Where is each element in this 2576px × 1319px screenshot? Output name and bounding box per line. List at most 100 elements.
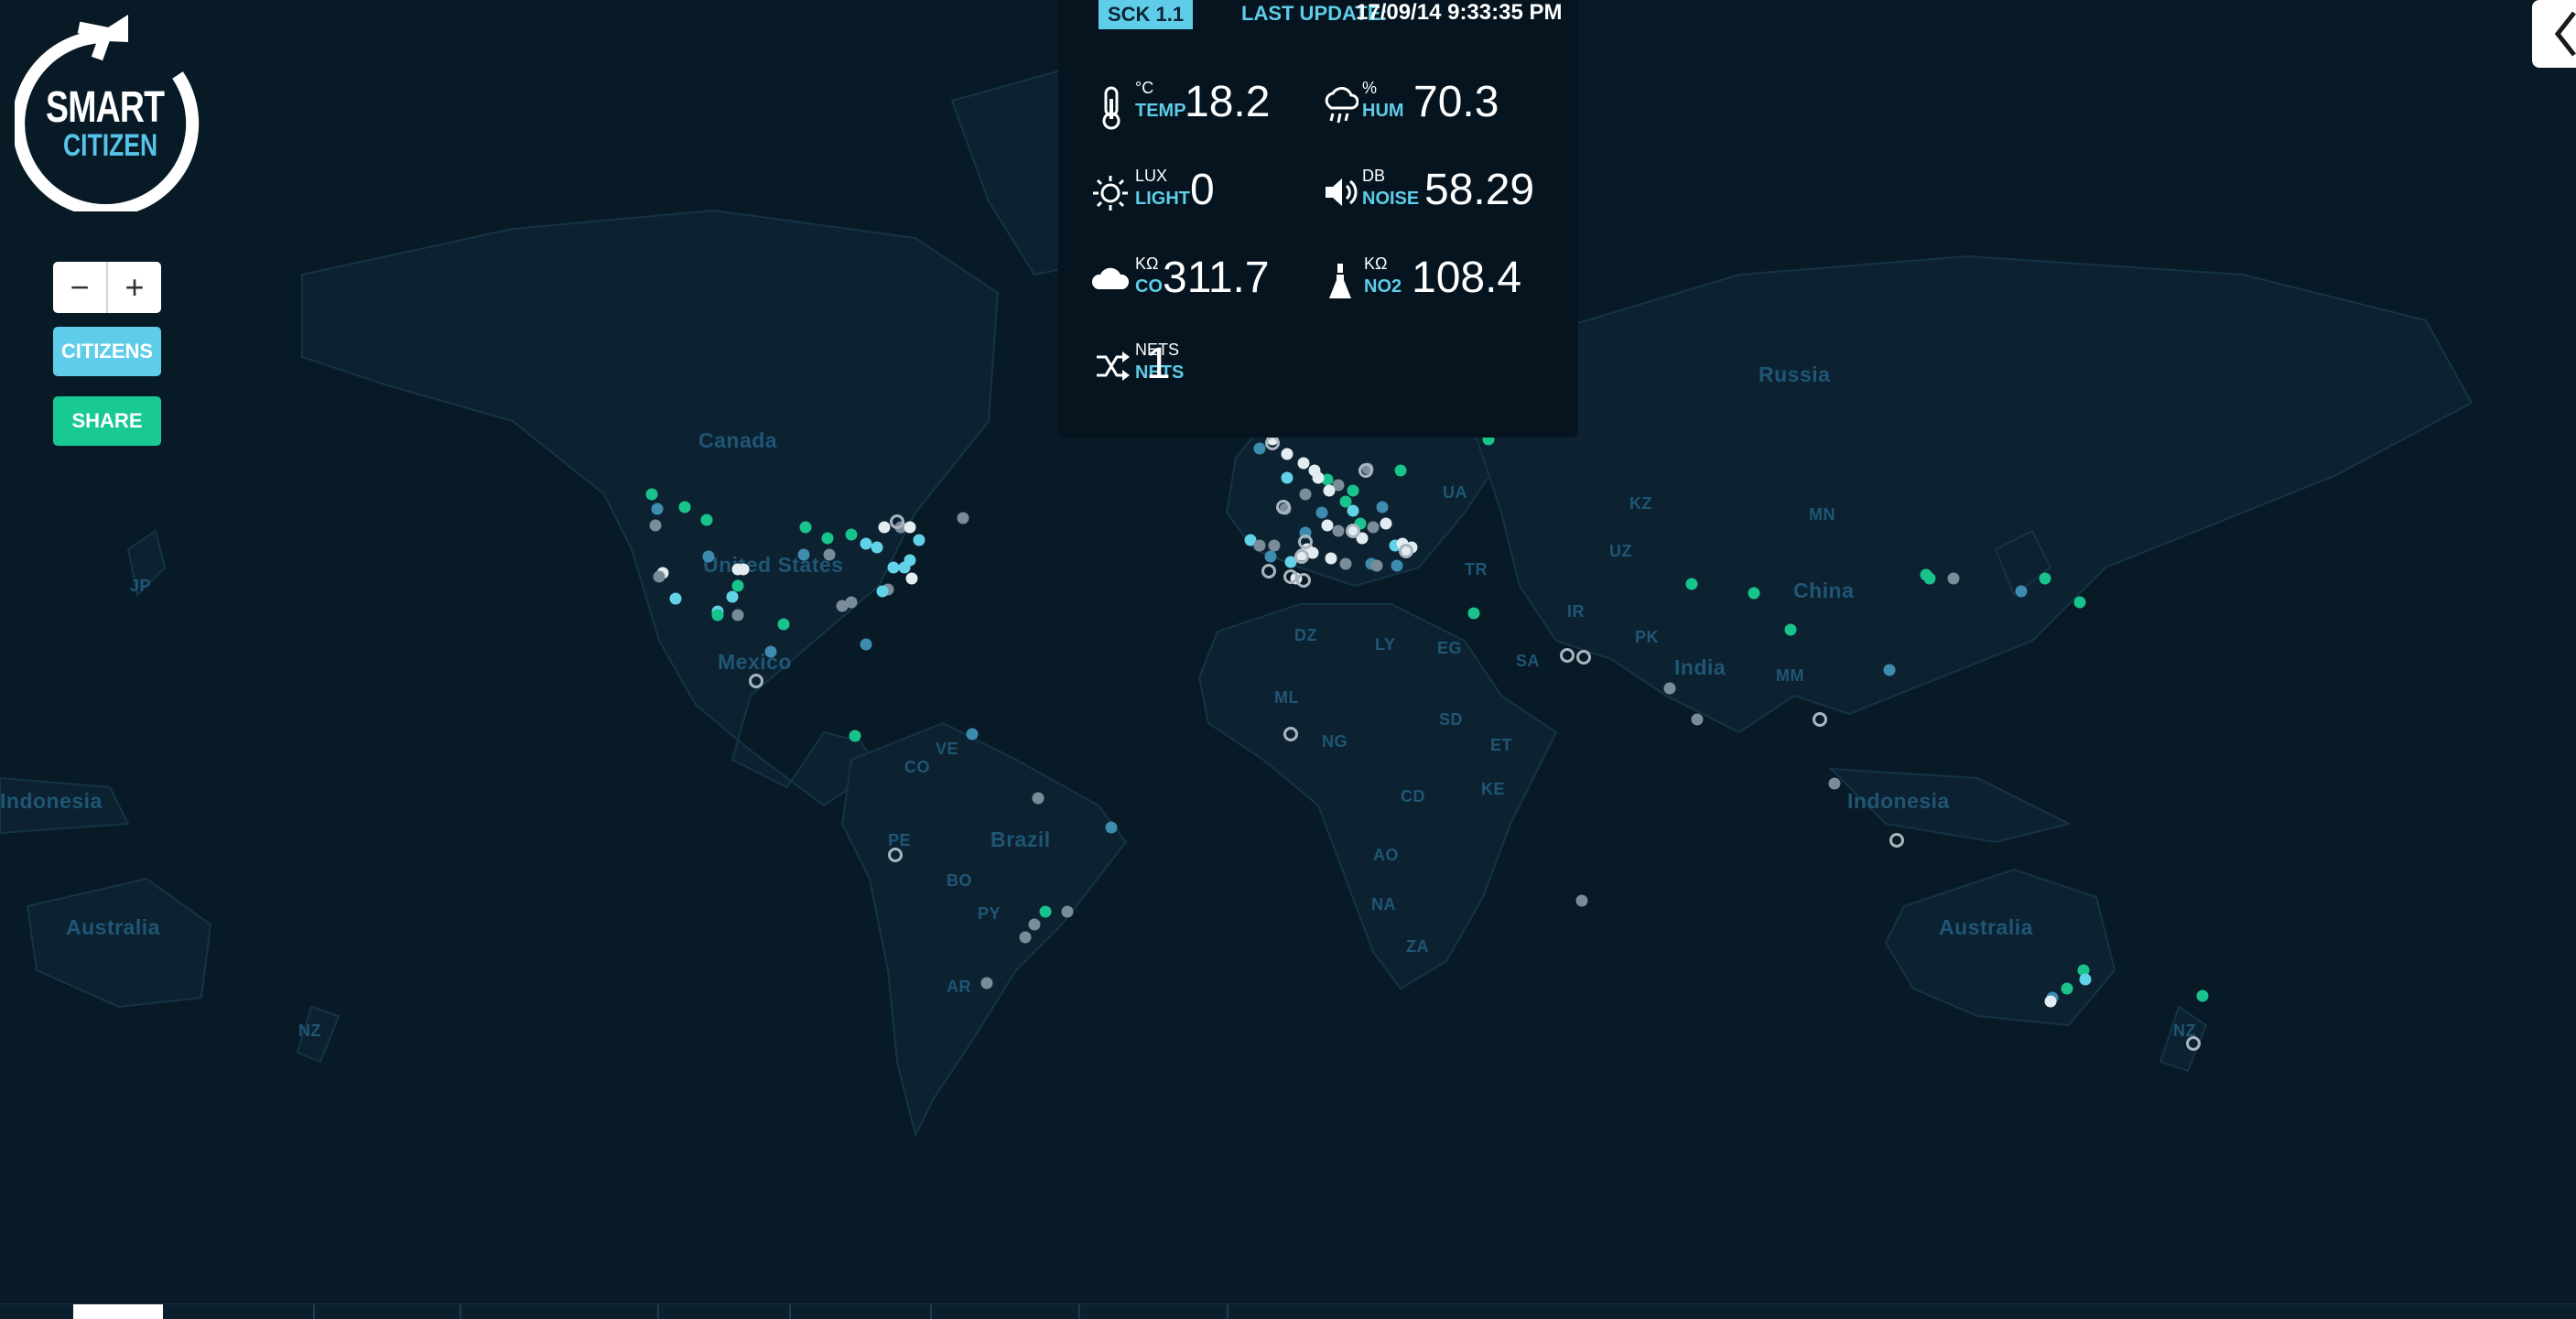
device-marker[interactable] [1105,821,1118,834]
device-marker[interactable] [651,503,664,515]
device-marker[interactable] [957,512,969,524]
device-marker[interactable] [2039,572,2051,585]
device-marker-offline[interactable] [888,848,903,862]
device-marker[interactable] [823,548,836,561]
device-marker[interactable] [2196,989,2209,1002]
device-marker[interactable] [1370,559,1383,572]
device-marker-offline[interactable] [1265,436,1280,450]
device-marker[interactable] [1685,578,1698,590]
device-marker[interactable] [2044,995,2057,1008]
device-marker-offline[interactable] [1358,463,1373,478]
device-marker-offline[interactable] [1813,712,1827,727]
device-marker[interactable] [1691,713,1704,726]
zoom-out-button[interactable]: − [53,262,108,313]
device-marker-offline[interactable] [1283,727,1298,741]
device-marker[interactable] [799,521,812,534]
device-marker[interactable] [1028,918,1041,931]
device-marker[interactable] [1391,559,1403,572]
device-marker[interactable] [1253,442,1266,455]
share-button[interactable]: SHARE [53,396,161,446]
device-marker-offline[interactable] [1560,648,1575,663]
device-marker[interactable] [1347,504,1359,517]
device-marker[interactable] [1032,792,1044,805]
device-marker[interactable] [645,488,658,501]
device-marker[interactable] [1748,587,1760,600]
device-marker-offline[interactable] [1261,564,1276,578]
device-marker[interactable] [1575,894,1588,907]
device-marker[interactable] [669,592,682,605]
device-marker[interactable] [860,638,872,651]
device-marker[interactable] [649,519,662,532]
device-marker-offline[interactable] [1889,833,1904,848]
device-marker[interactable] [980,977,993,989]
device-marker[interactable] [845,528,858,541]
device-marker[interactable] [1380,517,1392,530]
device-marker[interactable] [836,600,849,612]
device-marker[interactable] [1312,471,1325,484]
device-marker-offline[interactable] [1294,549,1309,564]
sidebar-toggle-button[interactable] [2532,0,2576,68]
device-marker[interactable] [1061,905,1074,918]
device-marker[interactable] [1394,464,1407,477]
device-marker[interactable] [1663,682,1676,695]
device-marker[interactable] [1376,501,1389,514]
device-marker[interactable] [1828,777,1841,790]
device-marker[interactable] [878,521,891,534]
device-marker-offline[interactable] [1399,544,1413,558]
device-marker[interactable] [849,730,861,742]
device-marker[interactable] [1923,572,1936,585]
device-marker[interactable] [1883,664,1896,676]
device-marker-offline[interactable] [1298,535,1313,549]
device-marker[interactable] [905,572,918,585]
device-marker-offline[interactable] [890,514,904,529]
device-marker[interactable] [777,618,790,631]
device-marker[interactable] [821,532,834,545]
device-marker[interactable] [1299,488,1312,501]
zoom-in-button[interactable]: + [108,262,161,313]
device-marker[interactable] [1315,506,1328,519]
device-marker[interactable] [1264,550,1277,563]
device-marker[interactable] [1253,539,1266,552]
device-marker[interactable] [1784,623,1797,636]
device-marker[interactable] [797,548,810,561]
device-marker[interactable] [904,521,916,534]
device-marker[interactable] [731,579,744,592]
device-marker[interactable] [1347,484,1359,497]
citizens-button[interactable]: CITIZENS [53,327,161,376]
device-marker-offline[interactable] [1576,650,1591,665]
smart-citizen-logo[interactable]: SMART CITIZEN [12,5,207,217]
device-marker[interactable] [678,501,691,514]
device-marker[interactable] [1467,607,1480,620]
device-marker[interactable] [1325,552,1337,565]
device-marker[interactable] [700,514,713,526]
device-marker[interactable] [2015,585,2028,598]
device-marker[interactable] [871,541,883,554]
device-marker[interactable] [653,570,666,583]
device-marker[interactable] [913,534,925,546]
device-marker[interactable] [711,609,724,622]
device-marker[interactable] [1281,448,1293,460]
device-marker[interactable] [1332,524,1345,537]
device-marker-offline[interactable] [749,674,763,688]
device-marker[interactable] [898,561,911,574]
device-marker[interactable] [2061,982,2073,995]
device-marker[interactable] [966,728,979,741]
device-marker[interactable] [1281,471,1293,484]
device-marker-offline[interactable] [1296,573,1311,588]
device-marker[interactable] [1947,572,1960,585]
device-marker[interactable] [2073,596,2086,609]
device-marker[interactable] [1019,931,1032,944]
device-marker[interactable] [1339,557,1352,570]
device-marker-offline[interactable] [1283,569,1298,584]
device-marker[interactable] [737,563,750,576]
timeline-tab-active[interactable] [73,1304,163,1319]
device-marker-offline[interactable] [1276,500,1291,514]
device-marker[interactable] [726,590,739,603]
device-marker[interactable] [1323,484,1336,497]
device-marker[interactable] [1297,457,1310,470]
device-marker[interactable] [1367,521,1380,534]
device-marker[interactable] [2079,973,2092,986]
device-marker[interactable] [876,585,889,598]
device-marker[interactable] [764,645,777,658]
device-marker-offline[interactable] [2186,1036,2201,1051]
